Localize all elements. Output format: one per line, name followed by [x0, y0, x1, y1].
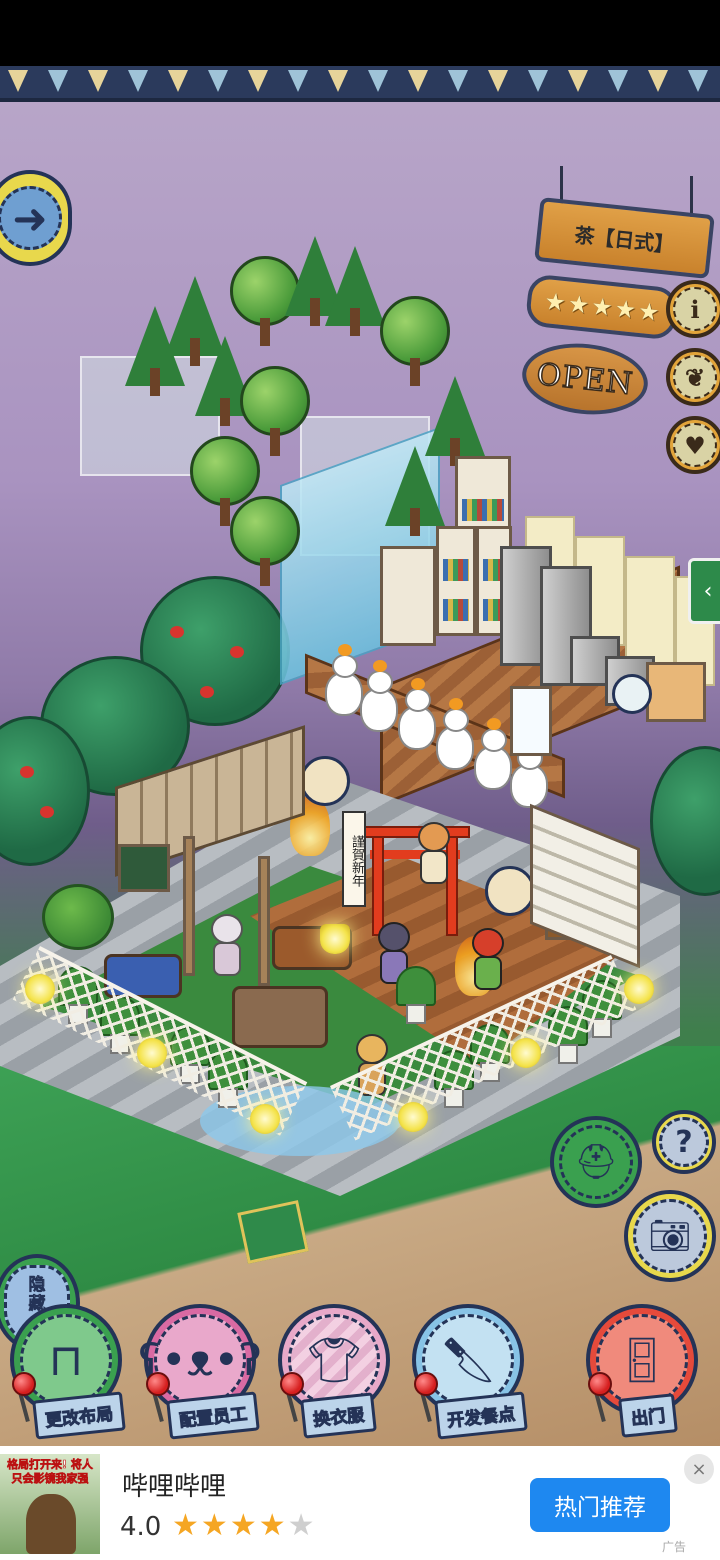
outfit-hat-button[interactable]: ⛑ [550, 1116, 642, 1208]
ad-tag: 广告 [662, 1540, 687, 1554]
glass-display-case [510, 686, 552, 756]
kagami-mochi [398, 678, 436, 750]
gazebo-post [258, 856, 270, 986]
bush [42, 884, 114, 950]
ground-lamp [137, 1038, 167, 1068]
kagami-mochi [436, 698, 474, 770]
table-lamp [320, 924, 350, 954]
bunting-decoration [0, 66, 720, 102]
staff-fox[interactable] [412, 822, 456, 888]
recipe-book-button[interactable]: ❦ [666, 348, 720, 406]
bookshelf [436, 526, 476, 636]
ground-lamp [25, 974, 55, 1004]
help-button[interactable]: ? [652, 1110, 716, 1174]
develop-dish-button[interactable]: 🔪︎ 开发餐点 [406, 1304, 528, 1440]
background-tree [650, 746, 720, 896]
rating-star-icon: ★ [566, 289, 591, 320]
bookshelf [380, 546, 436, 646]
knife-icon: 🔪︎ [422, 1314, 514, 1406]
ad-app-name[interactable]: 哔哩哔哩 [122, 1466, 226, 1503]
ground-lamp [398, 1102, 428, 1132]
info-button[interactable]: i [666, 280, 720, 338]
kagami-mochi [360, 660, 398, 732]
assign-staff-button[interactable]: ʕ•ᴥ•ʔ 配置员工 [138, 1304, 262, 1440]
table-icon: ⊓ [20, 1314, 112, 1406]
expand-panel-tab[interactable]: ‹ [688, 558, 720, 624]
electric-fan [612, 674, 652, 714]
hat-icon: ⛑ [559, 1125, 633, 1199]
ad-banner[interactable]: 格局打开来! 将人只会影镜我家强 哔哩哔哩 4.0 ★★★★★ 热门推荐 × [0, 1446, 720, 1560]
info-icon: i [673, 287, 717, 331]
arrow-right-icon: ➜ [0, 186, 62, 250]
door-icon: 🚪︎ [596, 1314, 688, 1406]
game-scene[interactable]: 謹賀新年 茶【日式】 ★ ★ ★ ★ ★ OPEN i ❦ ♥ ‹ ➜ 隐 藏 … [0, 66, 720, 1446]
change-clothes-button[interactable]: 👕︎ 换衣服 [272, 1304, 394, 1439]
star-icon: ★ [229, 1508, 259, 1543]
ad-close-button[interactable]: × [684, 1454, 714, 1484]
ground-lamp [250, 1104, 280, 1134]
go-out-label: 出门 [618, 1393, 678, 1438]
go-out-button[interactable]: 🚪︎ 出门 [580, 1304, 702, 1438]
taiko-drum [485, 866, 535, 916]
favorite-button[interactable]: ♥ [666, 416, 720, 474]
ground-lamp [624, 974, 654, 1004]
star-icon: ★ [172, 1508, 201, 1543]
open-status-sign[interactable]: OPEN [518, 337, 652, 421]
rating-star-icon: ★ [636, 296, 661, 327]
camera-button[interactable]: 📷︎ [624, 1190, 716, 1282]
pin-icon [12, 1372, 36, 1396]
shop-name-sign[interactable]: 茶【日式】 [534, 197, 715, 279]
new-year-banner: 謹賀新年 [342, 811, 366, 907]
pin-icon [146, 1372, 170, 1396]
status-bar [0, 0, 720, 66]
ad-cta-button[interactable]: 热门推荐 [530, 1478, 670, 1532]
ad-rating-stars: ★★★★★ [172, 1508, 317, 1543]
kagami-mochi [325, 644, 363, 716]
pin-icon [280, 1372, 304, 1396]
book-icon: ❦ [673, 355, 717, 399]
taiko-drum [300, 756, 350, 806]
pin-icon [588, 1372, 612, 1396]
ad-thumbnail[interactable]: 格局打开来! 将人只会影镜我家强 [0, 1454, 100, 1554]
kagami-mochi [474, 718, 512, 790]
ad-figure [26, 1494, 76, 1554]
ad-thumbnail-text: 格局打开来! 将人只会影镜我家强 [7, 1458, 93, 1486]
star-icon: ★ [200, 1508, 230, 1543]
chalkboard [118, 844, 170, 892]
ground-lamp [511, 1038, 541, 1068]
cardboard-box [646, 662, 706, 722]
navigate-arrow-button[interactable]: ➜ [0, 170, 72, 266]
help-icon: ? [659, 1117, 709, 1167]
rating-star-icon: ★ [543, 287, 568, 318]
bear-icon: ʕ•ᴥ•ʔ [138, 1314, 262, 1406]
star-empty-icon: ★ [287, 1508, 317, 1543]
star-icon: ★ [258, 1508, 288, 1543]
shop-rating-sign[interactable]: ★ ★ ★ ★ ★ [524, 273, 680, 341]
heart-icon: ♥ [673, 423, 717, 467]
rating-star-icon: ★ [589, 291, 615, 323]
staff-cat-waiter[interactable] [205, 914, 249, 980]
gazebo-post [183, 836, 195, 976]
rating-star-icon: ★ [613, 294, 638, 325]
camera-icon: 📷︎ [633, 1199, 707, 1273]
ad-rating-value: 4.0 [120, 1512, 162, 1542]
customer-parasol[interactable] [466, 928, 510, 994]
change-clothes-label: 换衣服 [300, 1392, 377, 1439]
sofa [232, 986, 328, 1048]
kagami-mochi [510, 736, 548, 808]
change-layout-button[interactable]: ⊓ 更改布局 [4, 1304, 126, 1440]
pin-icon [414, 1372, 438, 1396]
